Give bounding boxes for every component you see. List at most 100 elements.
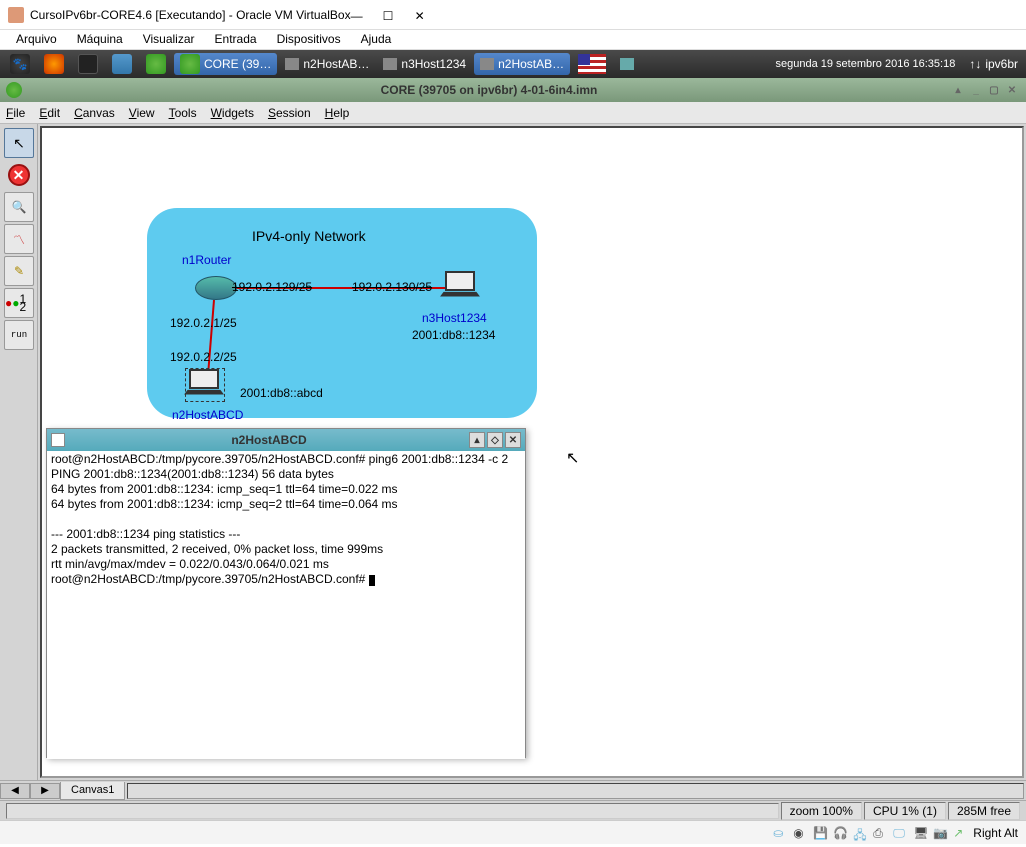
task-n3host[interactable]: n3Host1234 — [377, 53, 472, 75]
n1-label: n1Router — [182, 253, 231, 267]
status-zoom: zoom 100% — [781, 802, 862, 820]
vb-hdd-icon[interactable]: ⛀ — [773, 826, 787, 840]
tool-select[interactable]: ↖ — [4, 128, 34, 158]
core-canvas[interactable]: IPv4-only Network n1Router 192.0.2.129/2… — [40, 126, 1024, 778]
vb-audio-icon[interactable]: 🎧 — [833, 826, 847, 840]
vbox-menu-maquina[interactable]: Máquina — [77, 32, 123, 47]
vb-hostkey: Right Alt — [973, 826, 1018, 840]
window-icon — [480, 58, 494, 70]
node-n2-host[interactable] — [185, 368, 225, 402]
tool-chart[interactable]: 〽 — [4, 224, 34, 254]
term-line: root@n2HostABCD:/tmp/pycore.39705/n2Host… — [51, 572, 369, 586]
terminal-output[interactable]: root@n2HostABCD:/tmp/pycore.39705/n2Host… — [47, 451, 525, 759]
tray-icon — [620, 58, 634, 70]
canvas-tab[interactable]: Canvas1 — [60, 782, 125, 800]
vb-mouse-icon[interactable]: ↗ — [953, 826, 967, 840]
terminal-title-text: n2HostABCD — [69, 433, 469, 447]
node-n3-host[interactable] — [442, 271, 478, 301]
task-label: n2HostAB… — [498, 57, 564, 71]
terminal-launcher[interactable] — [72, 53, 104, 75]
task-label: n2HostAB… — [303, 57, 369, 71]
term-rollup-button[interactable]: ▴ — [469, 432, 485, 448]
node-n1-router[interactable] — [195, 276, 237, 300]
menu-help[interactable]: Help — [325, 106, 350, 120]
core-rollup-button[interactable]: ▴ — [950, 82, 966, 98]
menu-tools[interactable]: Tools — [169, 106, 197, 120]
core-icon — [180, 54, 200, 74]
pencil-icon: ✎ — [14, 264, 24, 278]
wireshark-launcher[interactable] — [106, 53, 138, 75]
keyboard-layout[interactable] — [572, 53, 612, 75]
ip-router-right: 192.0.2.130/25 — [352, 280, 432, 294]
terminal-window[interactable]: n2HostABCD ▴ ◇ ✕ root@n2HostABCD:/tmp/py… — [46, 428, 526, 758]
tool-marker[interactable]: ✎ — [4, 256, 34, 286]
core-menubar: File Edit Canvas View Tools Widgets Sess… — [0, 102, 1026, 124]
vb-cd-icon[interactable]: ◉ — [793, 826, 807, 840]
menu-canvas[interactable]: Canvas — [74, 106, 115, 120]
vbox-menu-entrada[interactable]: Entrada — [215, 32, 257, 47]
ip-router-left: 192.0.2.129/25 — [232, 280, 312, 294]
window-icon — [285, 58, 299, 70]
core-close-button[interactable]: ✕ — [1004, 82, 1020, 98]
term-line: rtt min/avg/max/mdev = 0.022/0.043/0.064… — [51, 557, 329, 571]
maximize-button[interactable]: ☐ — [383, 9, 395, 21]
tool-run[interactable]: run — [4, 320, 34, 350]
core-minimize-button[interactable]: _ — [968, 82, 984, 98]
task-n2host-2[interactable]: n2HostAB… — [474, 53, 570, 75]
task-core[interactable]: CORE (39… — [174, 53, 277, 75]
tab-scroll-left[interactable]: ◀ — [0, 783, 30, 799]
status-mem: 285M free — [948, 802, 1020, 820]
menu-session[interactable]: Session — [268, 106, 311, 120]
tool-twonode[interactable]: ●●1 2 — [4, 288, 34, 318]
core-launcher[interactable] — [140, 53, 172, 75]
tab-scroll-right[interactable]: ▶ — [30, 783, 60, 799]
vbox-menu-visualizar[interactable]: Visualizar — [143, 32, 195, 47]
menu-view[interactable]: View — [129, 106, 155, 120]
terminal-titlebar[interactable]: n2HostABCD ▴ ◇ ✕ — [47, 429, 525, 451]
terminal-title-icon — [51, 433, 65, 447]
firefox-launcher[interactable] — [38, 53, 70, 75]
tool-stop[interactable]: ✕ — [8, 164, 30, 186]
clock[interactable]: segunda 19 setembro 2016 16:35:18 — [768, 58, 964, 70]
n3-label: n3Host1234 — [422, 311, 487, 325]
horizontal-scrollbar[interactable] — [127, 783, 1024, 799]
tool-zoom[interactable]: 🔍 — [4, 192, 34, 222]
core-maximize-button[interactable]: ▢ — [986, 82, 1002, 98]
term-line: 64 bytes from 2001:db8::1234: icmp_seq=1… — [51, 482, 398, 496]
tray-item[interactable] — [614, 53, 640, 75]
network-updown-icon: ↑↓ — [969, 57, 981, 71]
vb-shared-icon[interactable]: 🖵 — [893, 826, 907, 840]
vbox-menu-arquivo[interactable]: Arquivo — [16, 32, 57, 47]
term-close-button[interactable]: ✕ — [505, 432, 521, 448]
term-line: 2 packets transmitted, 2 received, 0% pa… — [51, 542, 383, 556]
hostname: ipv6br — [985, 57, 1018, 71]
chart-icon: 〽 — [13, 231, 25, 248]
us-flag-icon — [578, 54, 606, 74]
menu-widgets[interactable]: Widgets — [211, 106, 254, 120]
core-app-icon — [6, 82, 22, 98]
close-button[interactable]: ✕ — [415, 9, 427, 21]
vb-usb-icon[interactable]: ⎙ — [873, 826, 887, 840]
core-statusbar: zoom 100% CPU 1% (1) 285M free — [0, 800, 1026, 820]
xfce-menu-button[interactable]: 🐾 — [4, 53, 36, 75]
n2-label: n2HostABCD — [172, 408, 243, 422]
vb-floppy-icon[interactable]: 💾 — [813, 826, 827, 840]
wireshark-icon — [112, 54, 132, 74]
vb-display-icon[interactable]: 🖥 — [913, 826, 927, 840]
menu-edit[interactable]: Edit — [39, 106, 60, 120]
vbox-menu-dispositivos[interactable]: Dispositivos — [277, 32, 341, 47]
magnifier-icon: 🔍 — [12, 200, 27, 214]
network-indicator[interactable]: ↑↓ ipv6br — [965, 57, 1022, 71]
vbox-menu-ajuda[interactable]: Ajuda — [361, 32, 392, 47]
term-maximize-button[interactable]: ◇ — [487, 432, 503, 448]
term-line: --- 2001:db8::1234 ping statistics --- — [51, 527, 240, 541]
task-n2host-1[interactable]: n2HostAB… — [279, 53, 375, 75]
vb-net-icon[interactable]: 🖧 — [853, 826, 867, 840]
term-line: root@n2HostABCD:/tmp/pycore.39705/n2Host… — [51, 452, 508, 466]
minimize-button[interactable]: — — [351, 9, 363, 21]
menu-file[interactable]: File — [6, 106, 25, 120]
core-title-text: CORE (39705 on ipv6br) 4-01-6in4.imn — [28, 83, 950, 97]
vb-capture-icon[interactable]: 📷 — [933, 826, 947, 840]
laptop-icon — [189, 369, 219, 389]
core-toolbar: ↖ ✕ 🔍 〽 ✎ ●●1 2 run — [0, 124, 38, 780]
